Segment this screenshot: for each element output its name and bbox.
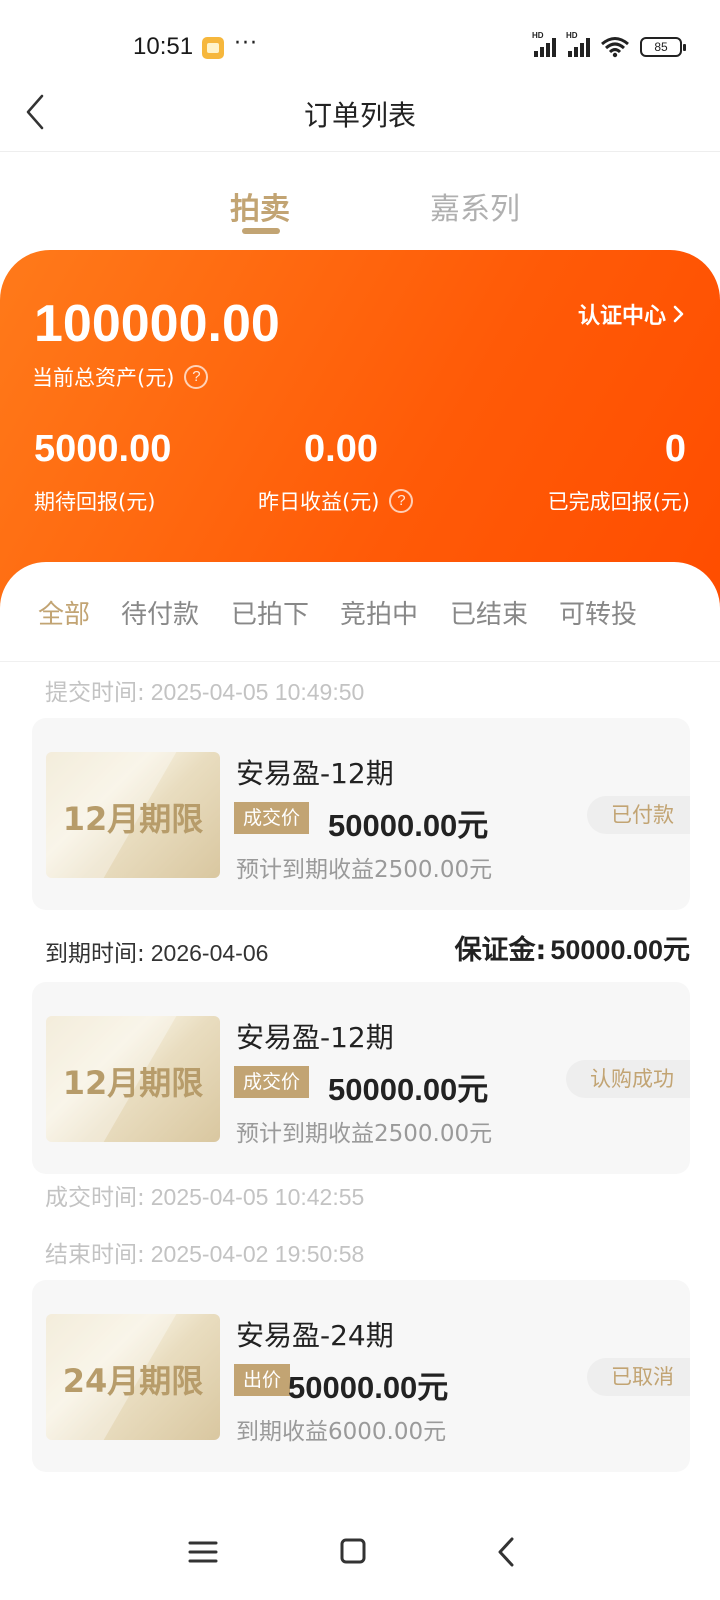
price-tag: 成交价: [234, 802, 310, 834]
hd-label: HD: [566, 31, 578, 40]
deposit-label: 保证金:: [454, 935, 547, 966]
status-badge: 已取消: [587, 1358, 690, 1396]
more-notifications-icon: ···: [234, 31, 258, 56]
deal-time: 成交时间: 2025-04-05 10:42:55: [45, 1178, 364, 1212]
help-icon[interactable]: ?: [389, 489, 414, 513]
expected-income: 到期收益6000.00元: [236, 1419, 447, 1445]
yesterday-income-value: 0.00: [304, 428, 378, 470]
price-tag: 成交价: [234, 1066, 310, 1098]
deposit-value: 50000.00元: [550, 935, 690, 965]
end-time-value: 2025-04-02 19:50:58: [150, 1241, 365, 1267]
end-time-label: 结束时间:: [45, 1242, 145, 1268]
filter-pending-payment[interactable]: 待付款: [121, 594, 199, 631]
due-time-label: 到期时间:: [45, 941, 145, 967]
battery-icon: 85: [640, 37, 686, 57]
chevron-right-icon: [673, 305, 684, 323]
yesterday-income-label: 昨日收益(元) ?: [258, 486, 414, 516]
tab-auction[interactable]: 拍卖: [230, 184, 290, 228]
end-time: 结束时间: 2025-04-02 19:50:58: [45, 1235, 364, 1269]
tab-underline: [242, 228, 280, 234]
expected-return-label-text: 期待回报(元): [34, 490, 156, 514]
signal-icon: HD: [566, 31, 590, 57]
order-price: 50000.00元: [328, 808, 489, 843]
status-time: 10:51: [133, 33, 194, 60]
hd-label: HD: [532, 31, 544, 40]
filter-ended[interactable]: 已结束: [450, 594, 528, 631]
page-title: 订单列表: [303, 99, 416, 132]
asset-summary-card: 100000.00 当前总资产(元) ? 认证中心 5000.00 期待回报(元…: [0, 250, 720, 610]
submit-time-value: 2025-04-05 10:49:50: [150, 679, 365, 705]
cert-center-link[interactable]: 认证中心: [578, 298, 686, 330]
thumbnail-term: 12月期限: [62, 1064, 204, 1102]
expected-return-label: 期待回报(元): [34, 486, 155, 516]
price-tag: 出价: [234, 1364, 291, 1396]
tab-jia-series[interactable]: 嘉系列: [430, 184, 520, 228]
filter-all[interactable]: 全部: [38, 594, 90, 631]
cert-center-label: 认证中心: [577, 304, 666, 329]
deal-time-value: 2025-04-05 10:42:55: [150, 1184, 365, 1210]
wifi-icon: [601, 37, 629, 58]
order-price: 50000.00元: [328, 1072, 489, 1107]
order-price: 50000.00元: [288, 1370, 449, 1405]
product-thumbnail: 24月期限: [46, 1314, 220, 1440]
due-time-value: 2026-04-06: [150, 940, 269, 966]
submit-time: 提交时间: 2025-04-05 10:49:50: [45, 673, 364, 707]
product-thumbnail: 12月期限: [46, 1016, 220, 1142]
completed-return-label-text: 已完成回报(元): [547, 490, 690, 514]
thumbnail-term: 12月期限: [62, 800, 204, 838]
total-assets-label-row: 当前总资产(元) ?: [32, 362, 209, 392]
yesterday-income-label-text: 昨日收益(元): [258, 490, 380, 514]
thumbnail-term: 24月期限: [62, 1362, 204, 1400]
deposit: 保证金: 50000.00元: [455, 928, 690, 967]
product-thumbnail: 12月期限: [46, 752, 220, 878]
completed-return-label: 已完成回报(元): [548, 486, 690, 516]
completed-return-value: 0: [664, 428, 686, 470]
status-badge: 认购成功: [566, 1060, 690, 1098]
back-nav-icon[interactable]: [488, 1532, 528, 1572]
menu-icon[interactable]: [184, 1532, 224, 1572]
home-icon[interactable]: [334, 1532, 374, 1572]
due-time: 到期时间: 2026-04-06: [45, 934, 268, 968]
help-icon[interactable]: ?: [184, 365, 209, 389]
product-name: 安易盈-24期: [236, 1319, 394, 1352]
product-name: 安易盈-12期: [236, 1021, 394, 1054]
expected-return-value: 5000.00: [34, 428, 172, 470]
status-badge: 已付款: [587, 796, 690, 834]
filter-bidding[interactable]: 竞拍中: [340, 594, 418, 631]
expected-income: 预计到期收益2500.00元: [236, 1121, 493, 1147]
total-assets-value: 100000.00: [34, 295, 280, 353]
expected-income: 预计到期收益2500.00元: [236, 857, 493, 883]
filter-tabs: 全部 待付款 已拍下 竞拍中 已结束 可转投: [0, 562, 720, 662]
submit-time-label: 提交时间:: [45, 680, 145, 706]
order-card[interactable]: 12月期限 安易盈-12期 成交价 50000.00元 预计到期收益2500.0…: [32, 982, 690, 1174]
order-card[interactable]: 24月期限 安易盈-24期 出价 50000.00元 到期收益6000.00元 …: [32, 1280, 690, 1472]
signal-icon: HD: [532, 31, 556, 57]
nav-bar: 订单列表: [0, 72, 720, 152]
total-assets-label: 当前总资产(元): [32, 366, 175, 390]
system-nav-bar: [0, 1490, 720, 1600]
deal-time-label: 成交时间:: [45, 1185, 145, 1211]
product-name: 安易盈-12期: [236, 757, 394, 790]
filter-reinvestable[interactable]: 可转投: [559, 594, 637, 631]
notes-app-icon: [202, 37, 224, 59]
filter-won[interactable]: 已拍下: [231, 594, 309, 631]
order-card[interactable]: 12月期限 安易盈-12期 成交价 50000.00元 预计到期收益2500.0…: [32, 718, 690, 910]
